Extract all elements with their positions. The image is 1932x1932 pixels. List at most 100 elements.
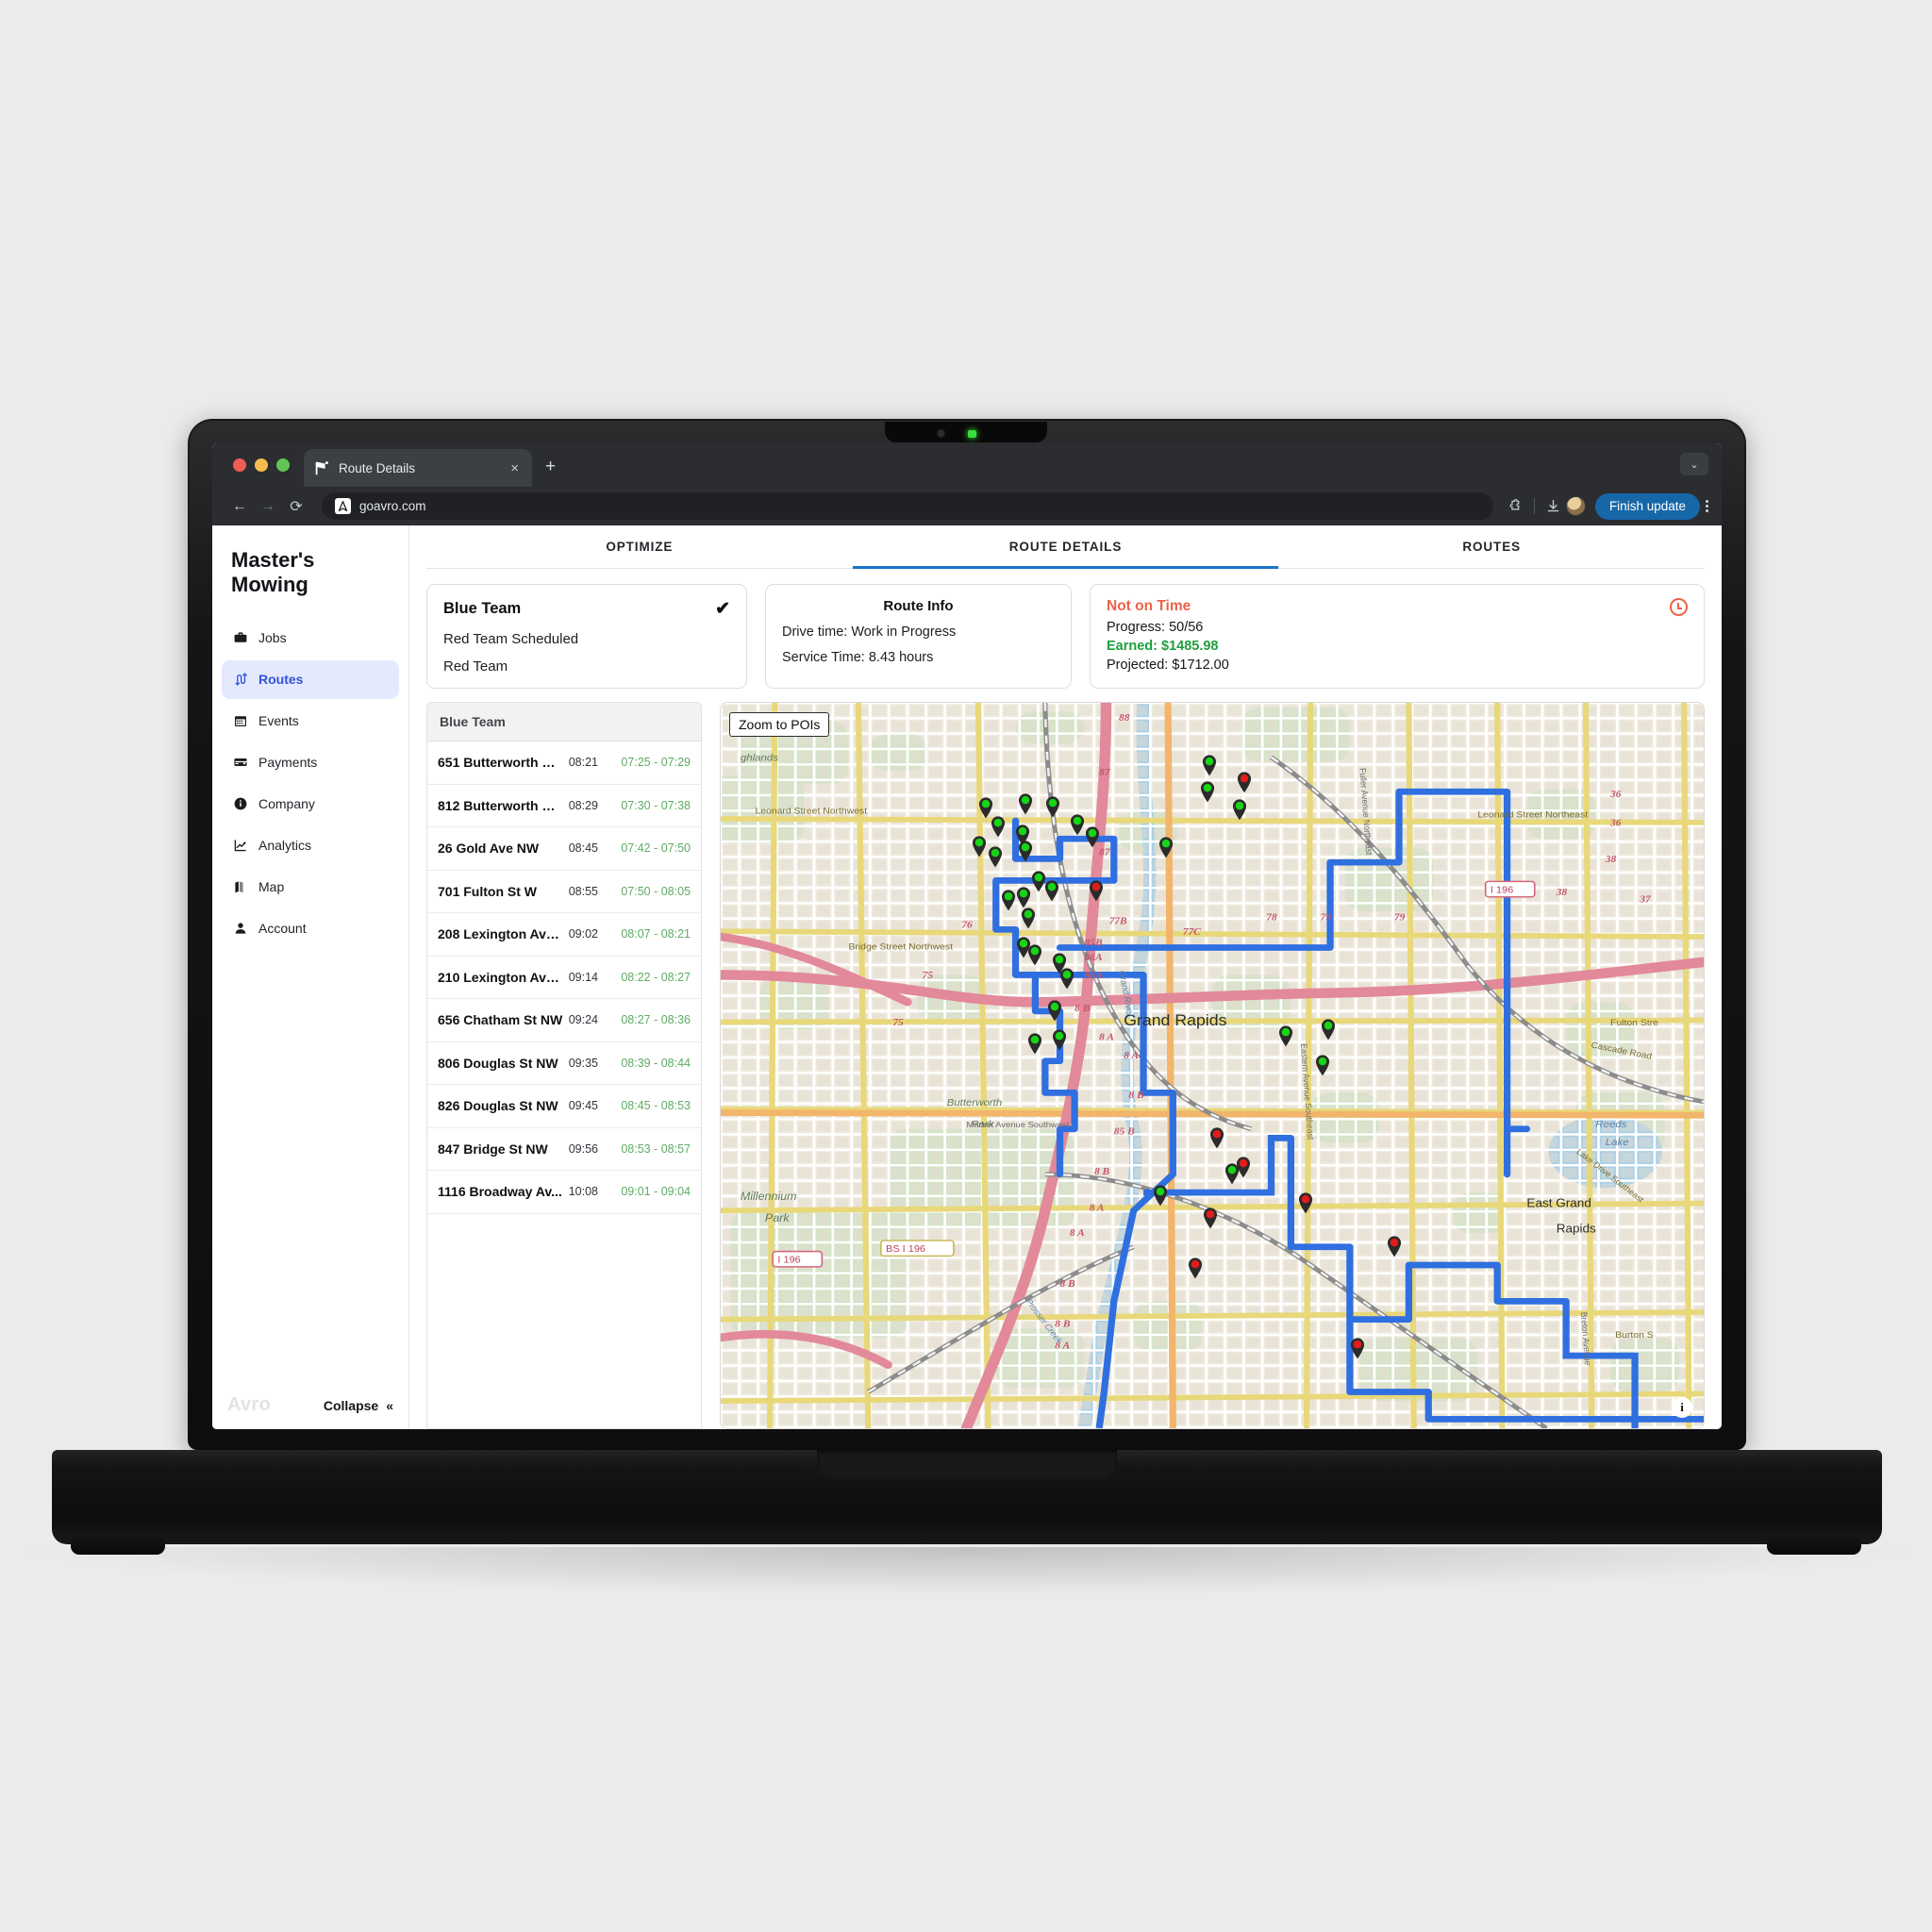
list-item[interactable]: 208 Lexington Ave ... 09:02 08:07 - 08:21: [427, 913, 701, 957]
sidebar-item-label: Analytics: [258, 838, 312, 854]
map-pin-green[interactable]: [972, 835, 988, 858]
map-pin-green[interactable]: [1021, 907, 1037, 929]
map-pin-green[interactable]: [1201, 754, 1217, 776]
zoom-to-pois-button[interactable]: Zoom to POIs: [729, 712, 830, 737]
sidebar-item-map[interactable]: Map: [222, 868, 399, 907]
forward-button[interactable]: →: [254, 492, 282, 521]
avatar[interactable]: [1565, 496, 1586, 516]
map-pin-green[interactable]: [1058, 967, 1074, 990]
sidebar-item-company[interactable]: Company: [222, 785, 399, 824]
tab-optimize[interactable]: OPTIMIZE: [426, 525, 853, 568]
maximize-window-button[interactable]: [276, 458, 290, 472]
map-pin-red[interactable]: [1209, 1126, 1225, 1149]
list-item[interactable]: 826 Douglas St NW 09:45 08:45 - 08:53: [427, 1085, 701, 1128]
stop-time-window: 08:45 - 08:53: [621, 1099, 691, 1113]
map-pin-green[interactable]: [1084, 825, 1100, 848]
window-controls[interactable]: [233, 458, 290, 472]
svg-text:8 A: 8 A: [1099, 1032, 1114, 1043]
svg-text:Burton S: Burton S: [1615, 1330, 1654, 1341]
stop-eta: 08:21: [568, 756, 598, 770]
map-pin-green[interactable]: [1278, 1024, 1294, 1047]
close-tab-button[interactable]: ×: [507, 459, 523, 477]
sidebar-item-analytics[interactable]: Analytics: [222, 826, 399, 865]
puzzle-icon[interactable]: [1503, 494, 1527, 519]
team-option-red[interactable]: Red Team: [443, 658, 730, 675]
map-pin-green[interactable]: [1027, 943, 1043, 966]
map-pin-green[interactable]: [1199, 780, 1215, 803]
stop-address: 1116 Broadway Av...: [438, 1184, 562, 1200]
new-tab-button[interactable]: +: [545, 458, 556, 475]
list-item[interactable]: 1116 Broadway Av... 10:08 09:01 - 09:04: [427, 1171, 701, 1214]
list-item[interactable]: 210 Lexington Ave ... 09:14 08:22 - 08:27: [427, 957, 701, 999]
status-badge: Not on Time: [1107, 598, 1191, 614]
map-pin-green[interactable]: [1052, 1028, 1068, 1051]
map-pin-green[interactable]: [1018, 840, 1034, 862]
map-pin-green[interactable]: [987, 845, 1003, 868]
sidebar-item-payments[interactable]: Payments: [222, 743, 399, 782]
map-pin-green[interactable]: [1158, 836, 1174, 858]
team-selector-card[interactable]: Blue Team ✔ Red Team Scheduled Red Team: [426, 584, 747, 689]
stop-eta: 09:56: [568, 1141, 598, 1156]
map-pin-green[interactable]: [1152, 1184, 1168, 1207]
tab-route-details[interactable]: ROUTE DETAILS: [852, 525, 1279, 569]
status-card: Not on Time Progress: 50/56 Earned: $148…: [1090, 584, 1705, 689]
map-canvas[interactable]: 88 87 87 36 36 38 38 37 79 79 78 77C 77B 76 75 75 85B 86A…: [721, 703, 1704, 1428]
stop-address: 812 Butterworth St...: [438, 797, 563, 813]
collapse-sidebar-button[interactable]: Collapse «: [324, 1398, 393, 1413]
list-item[interactable]: 656 Chatham St NW 09:24 08:27 - 08:36: [427, 999, 701, 1042]
finish-update-button[interactable]: Finish update: [1594, 492, 1700, 520]
map-pin-red[interactable]: [1237, 771, 1253, 793]
map-info-button[interactable]: i: [1672, 1397, 1692, 1418]
svg-text:85 B: 85 B: [1114, 1126, 1135, 1138]
svg-text:Butterworth: Butterworth: [947, 1097, 1003, 1108]
map-pin-red[interactable]: [1386, 1235, 1402, 1257]
stop-eta: 08:45: [568, 841, 598, 856]
team-option-red-scheduled[interactable]: Red Team Scheduled: [443, 631, 730, 647]
close-window-button[interactable]: [233, 458, 246, 472]
svg-text:Bridge Street Northwest: Bridge Street Northwest: [848, 942, 953, 953]
map-pin-green[interactable]: [1070, 813, 1086, 836]
map-pin-green[interactable]: [1044, 879, 1060, 902]
reload-button[interactable]: ⟳: [282, 492, 310, 521]
map-pin-red[interactable]: [1188, 1257, 1204, 1279]
address-bar[interactable]: goavro.com: [322, 492, 1493, 520]
map-container[interactable]: 88 87 87 36 36 38 38 37 79 79 78 77C 77B 76 75 75 85B 86A…: [720, 702, 1705, 1429]
map-pin-red[interactable]: [1297, 1191, 1313, 1214]
map-pin-green[interactable]: [1314, 1054, 1330, 1076]
map-pin-green[interactable]: [1001, 889, 1017, 911]
list-item[interactable]: 847 Bridge St NW 09:56 08:53 - 08:57: [427, 1128, 701, 1171]
sidebar-item-routes[interactable]: Routes: [222, 659, 399, 699]
list-item[interactable]: 701 Fulton St W 08:55 07:50 - 08:05: [427, 871, 701, 913]
back-button[interactable]: ←: [225, 492, 254, 521]
chevron-down-icon[interactable]: ⌄: [1680, 453, 1708, 475]
route-icon: [232, 672, 248, 688]
map-pin-green[interactable]: [1015, 886, 1031, 908]
map-pin-green[interactable]: [990, 815, 1006, 838]
map-pin-green[interactable]: [1047, 999, 1063, 1022]
list-item[interactable]: 651 Butterworth St ... 08:21 07:25 - 07:29: [427, 741, 701, 785]
stop-address: 806 Douglas St NW: [438, 1055, 558, 1071]
download-icon[interactable]: [1541, 494, 1566, 519]
map-pin-red[interactable]: [1350, 1337, 1366, 1359]
stop-address: 208 Lexington Ave ...: [438, 926, 563, 942]
map-pin-green[interactable]: [1027, 1032, 1043, 1055]
map-pin-green[interactable]: [1224, 1162, 1240, 1185]
browser-tab[interactable]: Route Details ×: [304, 449, 532, 487]
sidebar-item-jobs[interactable]: Jobs: [222, 619, 399, 658]
map-pin-green[interactable]: [1045, 795, 1061, 818]
list-item[interactable]: 26 Gold Ave NW 08:45 07:42 - 07:50: [427, 827, 701, 871]
calendar-icon: [232, 713, 248, 729]
stops-list[interactable]: 651 Butterworth St ... 08:21 07:25 - 07:29…: [427, 741, 701, 1428]
list-item[interactable]: 806 Douglas St NW 09:35 08:39 - 08:44: [427, 1042, 701, 1085]
map-pin-red[interactable]: [1202, 1207, 1218, 1229]
map-pin-green[interactable]: [1018, 792, 1034, 815]
sidebar-item-events[interactable]: Events: [222, 702, 399, 741]
map-pin-green[interactable]: [1320, 1018, 1336, 1041]
minimize-window-button[interactable]: [255, 458, 268, 472]
list-item[interactable]: 812 Butterworth St... 08:29 07:30 - 07:38: [427, 785, 701, 827]
map-pin-green[interactable]: [1232, 798, 1248, 821]
tab-routes[interactable]: ROUTES: [1278, 525, 1705, 568]
kebab-menu-icon[interactable]: [1706, 500, 1708, 512]
map-pin-red[interactable]: [1089, 879, 1105, 902]
sidebar-item-account[interactable]: Account: [222, 909, 399, 948]
